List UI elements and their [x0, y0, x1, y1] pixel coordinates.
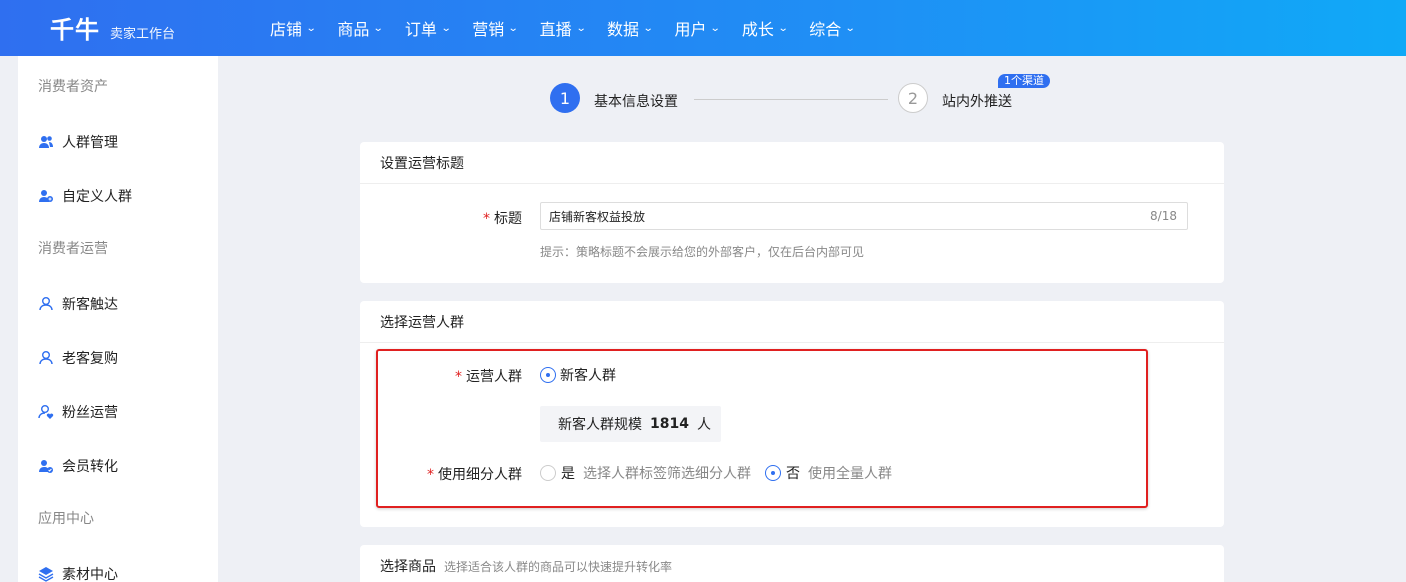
nav-item-orders[interactable]: 订单 ⌄ [404, 16, 452, 40]
card-heading-text: 选择商品 [380, 559, 436, 575]
sidebar-item-label: 人群管理 [62, 135, 118, 151]
chevron-down-icon: ⌄ [575, 22, 587, 34]
nav-label: 订单 [404, 20, 437, 39]
brand[interactable]: 千牛 卖家工作台 [50, 10, 175, 45]
chevron-down-icon: ⌄ [710, 22, 722, 34]
layers-icon [38, 567, 54, 582]
old-customer-icon [39, 351, 53, 365]
card-heading-text: 选择运营人群 [380, 314, 464, 331]
custom-crowd-icon [39, 190, 53, 202]
char-count: 8/18 [1150, 209, 1177, 223]
label-text: 标题 [494, 211, 522, 227]
step-1-label: 基本信息设置 [594, 94, 678, 110]
highlight-annotation-box [376, 349, 1148, 508]
nav-item-general[interactable]: 综合 ⌄ [809, 16, 856, 40]
nav-item-data[interactable]: 数据 ⌄ [607, 16, 654, 40]
step-1-number: 1 [550, 83, 580, 113]
nav-label: 直播 [539, 20, 572, 39]
nav-label: 商品 [337, 20, 370, 39]
nav-item-live[interactable]: 直播 ⌄ [539, 16, 587, 40]
sidebar-item-label: 粉丝运营 [62, 405, 118, 421]
top-nav-bar: 千牛 卖家工作台 店铺 ⌄ 商品 ⌄ 订单 ⌄ 营销 ⌄ 直播 ⌄ 数据 ⌄ 用户 ⌄ 成长 ⌄… [0, 0, 1406, 56]
sidebar-item-crowd-manage[interactable]: 人群管理 [38, 132, 118, 152]
step-2-number[interactable]: 2 [898, 83, 928, 113]
nav-item-users[interactable]: 用户 ⌄ [674, 16, 722, 40]
title-input[interactable]: 店铺新客权益投放 8/18 [540, 202, 1188, 230]
crowd-manage-icon [39, 136, 53, 148]
brand-logo: 千牛 [50, 16, 100, 44]
nav-item-marketing[interactable]: 营销 ⌄ [472, 16, 519, 40]
chevron-down-icon: ⌄ [507, 22, 519, 34]
step-connector [694, 99, 888, 100]
nav-label: 用户 [674, 20, 707, 39]
new-customer-icon [39, 297, 53, 311]
main-nav: 店铺 ⌄ 商品 ⌄ 订单 ⌄ 营销 ⌄ 直播 ⌄ 数据 ⌄ 用户 ⌄ 成长 ⌄ 综合 ⌄ [270, 16, 877, 40]
nav-item-store[interactable]: 店铺 ⌄ [270, 16, 317, 40]
chevron-down-icon: ⌄ [373, 22, 385, 34]
sidebar-section-assets: 消费者资产 [38, 79, 108, 95]
nav-label: 综合 [809, 20, 842, 39]
crowd-card-heading: 选择运营人群 [360, 301, 1224, 343]
sidebar-item-label: 自定义人群 [62, 189, 132, 205]
chevron-down-icon: ⌄ [642, 22, 654, 34]
sidebar-item-label: 素材中心 [62, 567, 118, 582]
chevron-down-icon: ⌄ [845, 22, 856, 34]
chevron-down-icon: ⌄ [777, 22, 789, 34]
nav-label: 营销 [472, 20, 505, 39]
sidebar-section-apps: 应用中心 [38, 511, 94, 527]
member-icon [39, 460, 53, 473]
sidebar-item-material[interactable]: 素材中心 [38, 564, 118, 582]
sidebar-item-member[interactable]: 会员转化 [38, 456, 118, 476]
sidebar-item-label: 老客复购 [62, 351, 118, 367]
title-card: 设置运营标题 * 标题 店铺新客权益投放 8/18 提示：策略标题不会展示给您的外… [360, 142, 1224, 283]
nav-label: 数据 [607, 20, 640, 39]
title-tip: 提示：策略标题不会展示给您的外部客户，仅在后台内部可见 [540, 245, 865, 259]
fans-icon [38, 405, 54, 419]
chevron-down-icon: ⌄ [305, 22, 317, 34]
step-2-label[interactable]: 站内外推送 [942, 91, 1012, 111]
sidebar-item-label: 会员转化 [62, 459, 118, 475]
product-card-heading: 选择商品 选择适合该人群的商品可以快速提升转化率 [360, 545, 1224, 582]
card-heading-hint: 选择适合该人群的商品可以快速提升转化率 [444, 559, 673, 574]
channel-count-badge: 1个渠道 [998, 74, 1050, 88]
title-card-heading: 设置运营标题 [360, 142, 1224, 184]
product-card: 选择商品 选择适合该人群的商品可以快速提升转化率 [360, 545, 1224, 582]
sidebar-item-old-customer[interactable]: 老客复购 [38, 348, 118, 368]
sidebar-item-new-customer[interactable]: 新客触达 [38, 294, 118, 314]
brand-subtitle: 卖家工作台 [110, 27, 176, 42]
sidebar-item-label: 新客触达 [62, 297, 118, 313]
nav-item-goods[interactable]: 商品 ⌄ [337, 16, 385, 40]
sidebar-section-operations: 消费者运营 [38, 241, 108, 257]
card-heading-text: 设置运营标题 [380, 155, 464, 172]
sidebar-item-custom-crowd[interactable]: 自定义人群 [38, 186, 132, 206]
nav-item-growth[interactable]: 成长 ⌄ [741, 16, 789, 40]
title-input-value: 店铺新客权益投放 [549, 209, 646, 224]
nav-label: 店铺 [270, 20, 303, 39]
nav-label: 成长 [741, 20, 774, 39]
sidebar: 消费者资产 人群管理 自定义人群 消费者运营 新客触达 老客复购 粉丝运营 会员… [18, 56, 218, 582]
title-field-label: * 标题 [460, 208, 522, 228]
sidebar-item-fans[interactable]: 粉丝运营 [38, 402, 118, 422]
required-mark: * [483, 211, 490, 227]
chevron-down-icon: ⌄ [440, 22, 452, 34]
